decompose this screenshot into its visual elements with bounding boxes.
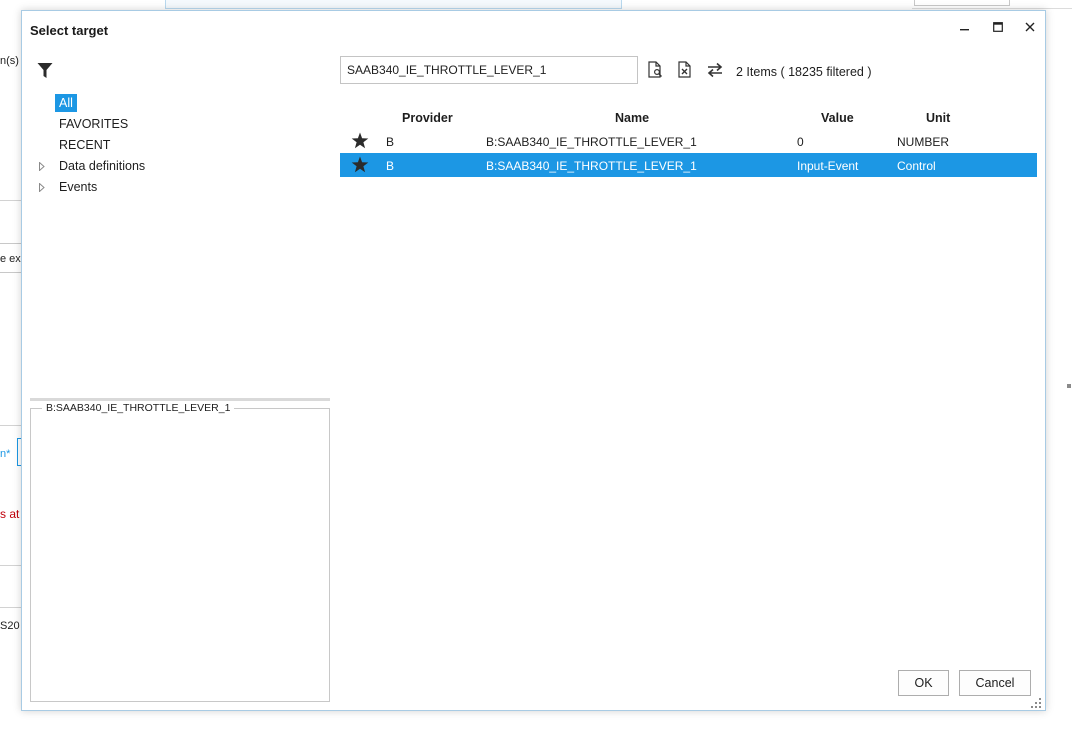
background-field (914, 0, 1010, 6)
details-panel-title: B:SAAB340_IE_THROTTLE_LEVER_1 (42, 402, 235, 414)
cancel-button[interactable]: Cancel (959, 670, 1031, 696)
column-header-name[interactable]: Name (615, 111, 649, 125)
background-header-strip (165, 0, 622, 9)
ok-button[interactable]: OK (898, 670, 949, 696)
panel-splitter[interactable] (30, 398, 330, 401)
background-divider (912, 8, 1072, 9)
close-button[interactable] (1015, 15, 1045, 39)
background-panel (0, 10, 22, 640)
background-error-text: s at (0, 507, 20, 521)
document-search-button[interactable] (645, 60, 665, 80)
background-text: n(s) i (0, 55, 21, 67)
results-table: Provider Name Value Unit B B:SAAB340_IE_… (340, 107, 1037, 177)
cell-value: Input-Event (797, 159, 859, 173)
tree-item-favorites[interactable]: FAVORITES (32, 114, 332, 135)
tree-item-label: RECENT (59, 138, 111, 152)
document-clear-button[interactable] (675, 60, 695, 80)
background-text: S20 (0, 620, 20, 632)
tree-item-data-definitions[interactable]: Data definitions (32, 156, 332, 177)
tree-item-recent[interactable]: RECENT (32, 135, 332, 156)
tree-item-label: Events (59, 180, 98, 194)
favorite-star-icon[interactable] (351, 156, 369, 176)
swap-arrows-icon (707, 62, 723, 78)
minimize-button[interactable] (950, 15, 980, 39)
cell-provider: B (386, 135, 395, 149)
background-divider (0, 607, 21, 608)
search-input[interactable] (340, 56, 638, 84)
background-text: e exe (0, 253, 21, 265)
details-panel (30, 408, 330, 702)
dialog-titlebar[interactable]: Select target (22, 11, 1045, 51)
category-tree: All FAVORITES RECENT Data definitions Ev… (32, 93, 332, 198)
cell-name: B:SAAB340_IE_THROTTLE_LEVER_1 (486, 135, 697, 149)
column-header-provider[interactable]: Provider (402, 111, 453, 125)
table-row[interactable]: B B:SAAB340_IE_THROTTLE_LEVER_1 0 NUMBER (340, 129, 1037, 153)
swap-button[interactable] (705, 60, 725, 80)
resize-grip-icon[interactable] (1030, 697, 1042, 709)
document-clear-icon (678, 61, 691, 78)
cell-unit: NUMBER (897, 135, 950, 149)
background-divider (0, 565, 21, 566)
maximize-button[interactable] (983, 15, 1013, 39)
cell-name: B:SAAB340_IE_THROTTLE_LEVER_1 (486, 159, 697, 173)
expand-arrow-icon[interactable] (39, 156, 47, 177)
cell-value: 0 (797, 135, 804, 149)
dialog-title: Select target (30, 23, 109, 38)
column-header-unit[interactable]: Unit (926, 111, 950, 125)
column-header-value[interactable]: Value (821, 111, 854, 125)
close-icon (1025, 22, 1035, 32)
minimize-icon (960, 29, 969, 31)
tree-item-label: FAVORITES (59, 117, 129, 131)
document-search-icon (648, 61, 662, 78)
expand-arrow-icon[interactable] (39, 177, 47, 198)
background-input: e exe (0, 243, 22, 273)
background-bullet (1067, 384, 1071, 388)
filter-icon (37, 62, 53, 78)
maximize-icon (993, 22, 1003, 32)
table-row[interactable]: B B:SAAB340_IE_THROTTLE_LEVER_1 Input-Ev… (340, 153, 1037, 177)
favorite-star-icon[interactable] (351, 132, 369, 152)
tree-item-events[interactable]: Events (32, 177, 332, 198)
filter-button[interactable] (36, 61, 54, 79)
tree-item-label: Data definitions (59, 159, 146, 173)
result-count: 2 Items ( 18235 filtered ) (736, 65, 872, 79)
tree-item-label: All (55, 94, 77, 112)
cell-unit: Control (897, 159, 936, 173)
table-header: Provider Name Value Unit (340, 107, 1037, 129)
background-divider (0, 425, 21, 426)
tree-item-all[interactable]: All (32, 93, 332, 114)
cell-provider: B (386, 159, 395, 173)
background-divider (0, 200, 21, 201)
select-target-dialog: Select target All FAVORITES RECENT Data … (21, 10, 1046, 711)
